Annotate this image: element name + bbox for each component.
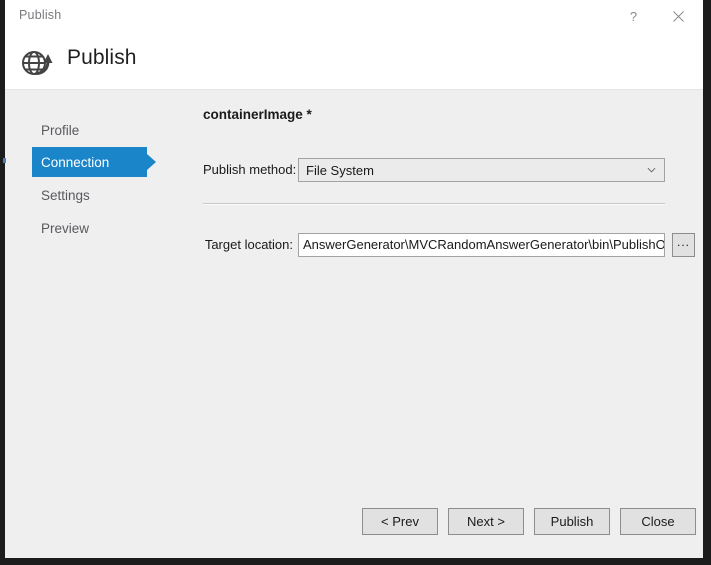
wizard-sidebar: Profile Connection Settings Preview [5, 90, 170, 558]
title-bar: Publish ? [5, 0, 703, 32]
close-window-button[interactable] [656, 0, 701, 32]
publish-method-label: Publish method: [203, 162, 293, 177]
publish-method-row: Publish method: File System [170, 158, 703, 182]
browse-button-label: ... [677, 235, 690, 249]
sidebar-selection-arrow-icon [147, 154, 156, 170]
publish-method-value: File System [299, 163, 374, 178]
globe-publish-icon [17, 43, 55, 81]
dialog-body: Profile Connection Settings Preview cont… [5, 90, 703, 558]
close-button-label: Close [641, 514, 674, 529]
window-title: Publish [19, 8, 61, 22]
sidebar-item-connection[interactable]: Connection [32, 147, 147, 177]
next-button[interactable]: Next > [448, 508, 524, 535]
window-edge-bottom [0, 558, 711, 565]
prev-button-label: < Prev [381, 514, 419, 529]
dialog-title: Publish [67, 46, 137, 70]
prev-button[interactable]: < Prev [362, 508, 438, 535]
publish-button[interactable]: Publish [534, 508, 610, 535]
publish-method-select[interactable]: File System [298, 158, 665, 182]
browse-button[interactable]: ... [672, 233, 695, 257]
chevron-down-icon [647, 166, 656, 175]
question-mark-icon: ? [630, 10, 637, 23]
page-title: containerImage * [203, 107, 312, 122]
close-button[interactable]: Close [620, 508, 696, 535]
section-divider [203, 203, 665, 205]
sidebar-item-label: Preview [41, 221, 89, 236]
next-button-label: Next > [467, 514, 505, 529]
window-edge-accent [3, 158, 6, 163]
dialog-footer: < Prev Next > Publish Close [5, 502, 703, 558]
target-location-row: Target location: AnswerGenerator\MVCRand… [170, 233, 703, 257]
dialog-header: Publish [5, 32, 703, 90]
screen: Publish ? [0, 0, 711, 565]
sidebar-item-label: Connection [41, 155, 109, 170]
target-location-input[interactable]: AnswerGenerator\MVCRandomAnswerGenerator… [298, 233, 665, 257]
close-icon [673, 11, 684, 22]
sidebar-item-settings[interactable]: Settings [32, 180, 147, 210]
window-edge-left [0, 0, 5, 565]
wizard-content-panel: containerImage * Publish method: File Sy… [170, 90, 703, 558]
sidebar-item-profile[interactable]: Profile [32, 115, 147, 145]
window-edge-right [703, 0, 711, 565]
sidebar-item-label: Profile [41, 123, 79, 138]
target-location-label: Target location: [203, 237, 293, 252]
publish-dialog-window: Publish ? [5, 0, 703, 558]
help-button[interactable]: ? [611, 0, 656, 32]
sidebar-item-preview[interactable]: Preview [32, 213, 147, 243]
sidebar-item-label: Settings [41, 188, 90, 203]
publish-button-label: Publish [551, 514, 594, 529]
